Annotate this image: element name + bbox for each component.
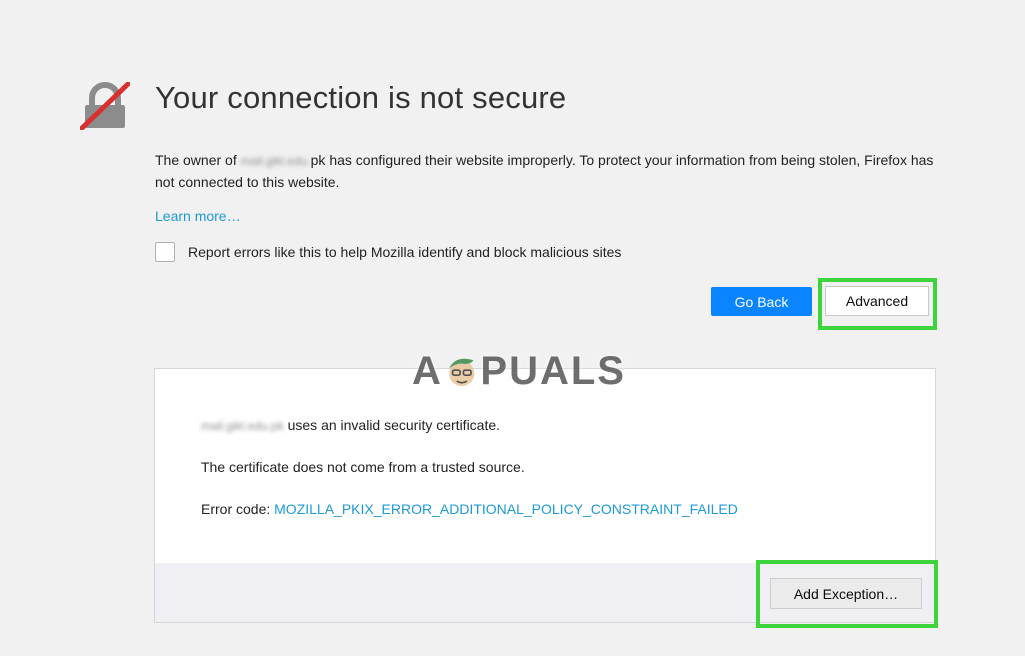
watermark-right: PUALS [480, 348, 626, 393]
mascot-face-icon [449, 358, 475, 387]
invalid-cert-text: uses an invalid security certificate. [283, 417, 501, 433]
learn-more-link[interactable]: Learn more… [155, 208, 241, 224]
report-errors-row[interactable]: Report errors like this to help Mozilla … [155, 242, 621, 262]
report-errors-checkbox[interactable] [155, 242, 175, 262]
redacted-hostname: mail.gikl.edu.pk [201, 419, 284, 433]
appuals-watermark: A PUALS [412, 346, 626, 396]
untrusted-source-line: The certificate does not come from a tru… [201, 459, 525, 475]
description-prefix: The owner of [155, 152, 237, 168]
hostname-suffix: pk [310, 152, 326, 168]
error-code-link[interactable]: MOZILLA_PKIX_ERROR_ADDITIONAL_POLICY_CON… [274, 501, 738, 517]
report-errors-label: Report errors like this to help Mozilla … [188, 244, 622, 260]
add-exception-highlight-box [756, 560, 938, 628]
page-title: Your connection is not secure [155, 80, 567, 115]
invalid-cert-line: mail.gikl.edu.pk uses an invalid securit… [201, 417, 500, 433]
broken-lock-icon [80, 82, 130, 130]
error-code-label: Error code: [201, 501, 275, 517]
redacted-hostname: mail.gikl.edu. [240, 154, 311, 168]
advanced-highlight-box [818, 278, 937, 330]
watermark-left: A [412, 348, 443, 393]
go-back-button[interactable]: Go Back [711, 287, 812, 316]
error-code-line: Error code: MOZILLA_PKIX_ERROR_ADDITIONA… [201, 501, 738, 517]
error-description: The owner of mail.gikl.edu.pk has config… [155, 150, 955, 193]
